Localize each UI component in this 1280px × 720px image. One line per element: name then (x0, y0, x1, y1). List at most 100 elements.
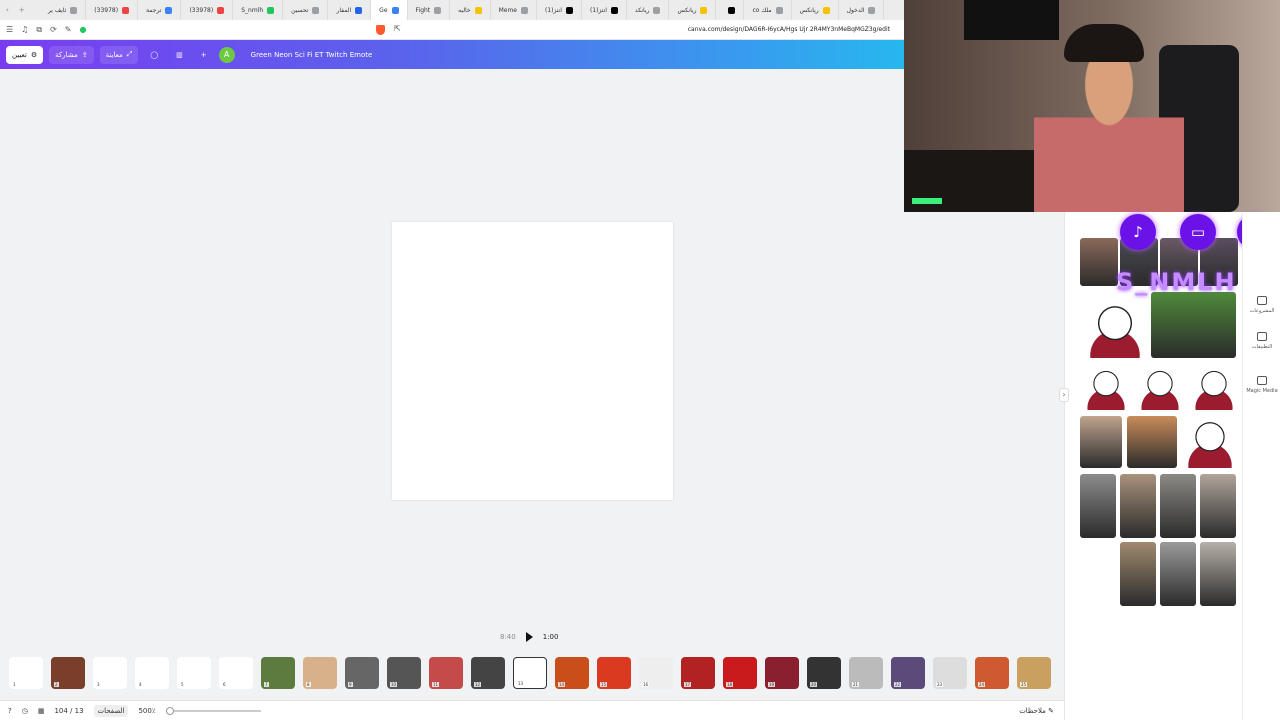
browser-tab[interactable]: تحسين (283, 0, 329, 20)
rail-item-projects[interactable]: المشروعات (1243, 296, 1280, 314)
zoom-slider[interactable] (165, 706, 261, 715)
analytics-button[interactable]: ▥ (170, 46, 189, 64)
page-thumbnail[interactable]: 22 (891, 657, 925, 689)
play-icon[interactable] (525, 632, 533, 642)
timer-icon[interactable]: ◷ (22, 707, 28, 715)
upload-thumbnail[interactable] (1082, 366, 1130, 410)
upload-thumbnail[interactable] (1082, 300, 1148, 358)
rail-item-magic-media[interactable]: Magic Media (1243, 376, 1280, 394)
browser-tab-label: ريانكس (677, 6, 697, 14)
tiktok-icon: ♪ (1120, 214, 1156, 250)
upload-thumbnail[interactable] (1190, 366, 1238, 410)
page-thumbnail[interactable]: 11 (429, 657, 463, 689)
tab-favicon-icon (434, 6, 442, 14)
page-thumbnail[interactable]: 15 (597, 657, 631, 689)
page-thumbnail[interactable]: 17 (681, 657, 715, 689)
browser-tab[interactable]: ثايف ير (40, 0, 87, 20)
address-url[interactable]: canva.com/design/DAG6R-I6ycA/Hgs Ujr 2R4… (688, 26, 890, 33)
new-tab-icon[interactable]: + (19, 6, 25, 14)
avatar[interactable]: A (218, 46, 235, 63)
zoom-value[interactable]: 500٪ (138, 707, 155, 715)
page-thumbnail[interactable]: 21 (849, 657, 883, 689)
edit-icon[interactable]: ✎ (65, 25, 72, 35)
page-thumbnail[interactable]: 13 (513, 657, 547, 689)
browser-tab[interactable]: ريانكس (792, 0, 839, 20)
browser-tab[interactable]: المفار (328, 0, 372, 20)
share-button[interactable]: مشاركة ⇪ (49, 45, 94, 64)
page-thumbnail[interactable]: 14 (555, 657, 589, 689)
upload-thumbnail[interactable] (1120, 474, 1156, 538)
upload-thumbnail[interactable] (1183, 416, 1237, 468)
browser-tab[interactable]: ريانكس (669, 0, 717, 20)
upload-thumbnail[interactable] (1080, 416, 1122, 468)
page-thumbnail[interactable]: 20 (807, 657, 841, 689)
rail-item-apps[interactable]: التطبيقات (1243, 332, 1280, 350)
share-page-icon[interactable]: ⇱ (394, 24, 401, 33)
page-thumbnail[interactable]: 7 (261, 657, 295, 689)
upload-thumbnail[interactable] (1160, 474, 1196, 538)
page-thumbnail[interactable]: 4 (135, 657, 169, 689)
upload-thumbnail[interactable] (1151, 292, 1236, 358)
browser-tab[interactable]: (1)انتز (582, 0, 627, 20)
browser-tab[interactable]: co ملك (744, 0, 792, 20)
menu-icon[interactable]: ☰ (6, 25, 13, 35)
page-number: 7 (264, 682, 269, 687)
pages-toggle[interactable]: الصفحات (93, 704, 129, 717)
resize-button[interactable]: تعيين ⚙ (6, 45, 44, 64)
collapse-panel-chevron-icon[interactable]: › (1059, 388, 1069, 402)
copy-icon[interactable]: ⧉ (36, 25, 42, 35)
browser-tab[interactable]: S_nmlh (233, 0, 284, 20)
page-number: 2 (54, 682, 59, 687)
browser-tab[interactable]: خاليه (450, 0, 491, 20)
upload-thumbnail[interactable] (1080, 474, 1116, 538)
page-thumbnail[interactable]: 24 (975, 657, 1009, 689)
browser-tab[interactable]: Fight (408, 0, 451, 20)
design-title[interactable]: Green Neon Sci Fi ET Twitch Emote (251, 51, 373, 59)
upload-thumbnail[interactable] (1200, 474, 1236, 538)
page-thumbnail[interactable]: 9 (345, 657, 379, 689)
page-thumbnail[interactable]: 2 (51, 657, 85, 689)
add-collaborator-button[interactable]: + (195, 46, 213, 64)
page-thumbnail[interactable]: 12 (471, 657, 505, 689)
zoom-slider-knob[interactable] (165, 706, 174, 715)
page-thumbnail[interactable]: 10 (387, 657, 421, 689)
browser-tab[interactable]: (1)انتز (537, 0, 582, 20)
page-thumbnail[interactable]: 6 (219, 657, 253, 689)
page-thumbnail[interactable]: 8 (303, 657, 337, 689)
upload-thumbnail[interactable] (1160, 542, 1196, 606)
page-thumbnail[interactable]: 23 (933, 657, 967, 689)
sync-icon[interactable]: ⟳ (50, 25, 57, 35)
notes-button[interactable]: ملاحظات ✎ (1019, 707, 1054, 715)
upload-thumbnail[interactable] (1080, 238, 1118, 286)
upload-thumbnail[interactable] (1200, 542, 1236, 606)
page-number: 9 (348, 682, 353, 687)
browser-tab[interactable]: ريانكد (627, 0, 670, 20)
preview-button[interactable]: معاينة ⤢ (99, 45, 139, 64)
browser-tab[interactable] (716, 0, 745, 20)
page-number: 11 (432, 682, 440, 687)
upload-thumbnail[interactable] (1127, 416, 1177, 468)
page-thumbnail[interactable]: 18 (723, 657, 757, 689)
comment-button[interactable]: ◯ (144, 46, 164, 64)
page-thumbnail[interactable]: 16 (639, 657, 673, 689)
page-thumbnail[interactable]: 5 (177, 657, 211, 689)
page-number: 20 (810, 682, 818, 687)
page-thumbnail[interactable]: 25 (1017, 657, 1051, 689)
page-thumbnail[interactable]: 19 (765, 657, 799, 689)
grid-view-icon[interactable]: ▦ (38, 707, 45, 715)
browser-tab[interactable]: (33978) (181, 0, 234, 20)
upload-thumbnail[interactable] (1120, 542, 1156, 606)
brave-shield-icon[interactable] (376, 25, 385, 35)
browser-tab[interactable]: Meme (491, 0, 537, 20)
music-icon[interactable]: ♫ (21, 25, 28, 35)
page-thumbnail[interactable]: 1 (9, 657, 43, 689)
upload-thumbnail[interactable] (1136, 366, 1184, 410)
page-thumbnail[interactable]: 3 (93, 657, 127, 689)
browser-tab[interactable]: (33978) (86, 0, 139, 20)
design-page-canvas[interactable] (392, 222, 673, 500)
back-icon[interactable]: ‹ (6, 6, 9, 14)
browser-tab[interactable]: الدخول (839, 0, 885, 20)
browser-tab[interactable]: ترجمة (138, 0, 182, 20)
browser-tab[interactable]: Ge (371, 0, 408, 20)
help-icon[interactable]: ? (8, 707, 12, 715)
